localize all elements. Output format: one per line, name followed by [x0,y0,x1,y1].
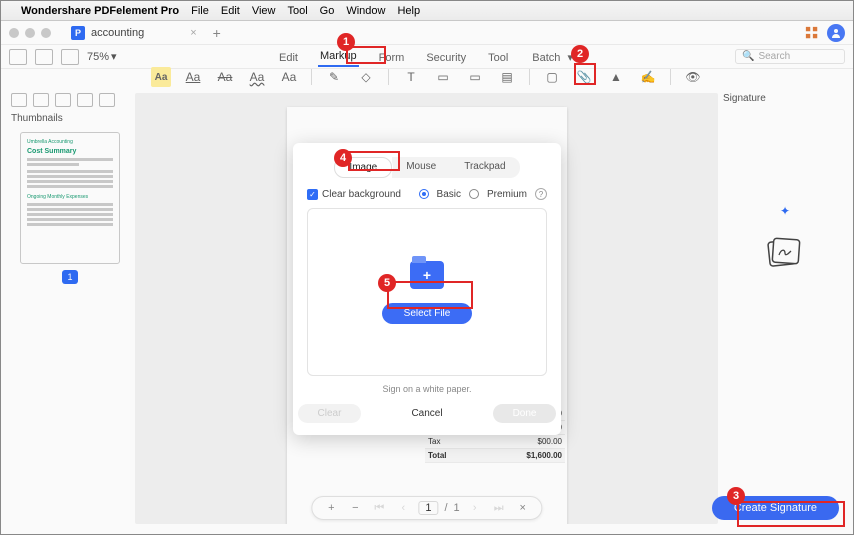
signature-modal: Image Mouse Trackpad ✓ Clear background … [293,143,561,435]
clear-background-checkbox[interactable]: ✓ [307,189,318,200]
hint-text: Sign on a white paper. [307,384,547,394]
help-icon[interactable]: ? [535,188,547,200]
premium-radio[interactable] [469,189,479,199]
clear-background-label: Clear background [322,189,401,200]
tab-mouse[interactable]: Mouse [392,157,450,178]
cancel-button[interactable]: Cancel [391,404,462,423]
basic-radio[interactable] [419,189,429,199]
clear-button[interactable]: Clear [298,404,362,423]
folder-icon: + [410,261,444,289]
tab-image[interactable]: Image [334,157,392,178]
select-file-button[interactable]: Select File [382,303,473,324]
signature-source-tabs: Image Mouse Trackpad [307,157,547,178]
premium-label: Premium [487,189,527,200]
file-drop-area[interactable]: + Select File [307,208,547,376]
tab-trackpad[interactable]: Trackpad [450,157,519,178]
done-button[interactable]: Done [493,404,557,423]
basic-label: Basic [437,189,461,200]
